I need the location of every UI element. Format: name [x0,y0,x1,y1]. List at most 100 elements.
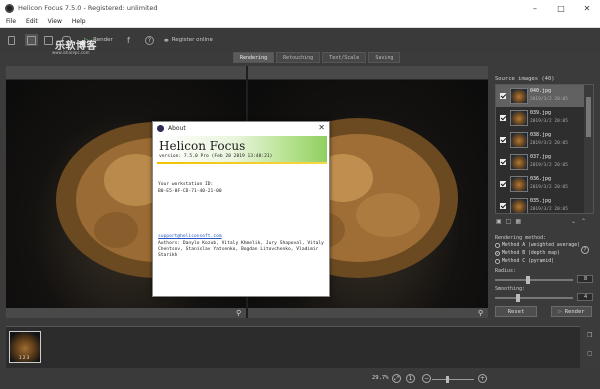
register-online-label: Register online [171,37,213,43]
list-item[interactable]: 038.jpg 2019/3/2 20:05 [496,129,584,151]
output-filmstrip: 1 2 3 [6,326,580,368]
radius-spinbox[interactable]: 8 [577,275,593,283]
radius-slider[interactable] [495,276,573,284]
left-view-footer [6,308,246,318]
method-a-radio[interactable]: Method A (weighted average) [495,242,580,249]
file-name: 038.jpg [530,132,552,138]
authors-text: Authors: Danylo Kozub, Vitaly Khmelik, J… [158,241,324,258]
source-images-list[interactable]: 040.jpg 2019/3/2 20:05 039.jpg 2019/3/2 … [495,84,594,214]
checkbox[interactable] [500,93,506,99]
list-actions: ▣ □ ▦ [496,218,521,225]
magnifier-icon[interactable]: ⚲ [236,309,241,317]
actual-size-icon[interactable]: 1 [406,374,415,383]
output-thumbnail[interactable]: 1 2 3 [9,331,41,363]
tab-rendering[interactable]: Rendering [233,52,275,63]
list-item[interactable]: 037.jpg 2019/3/2 20:05 [496,151,584,173]
smoothing-slider-knob[interactable] [515,294,520,302]
support-email-link[interactable]: support@heliconsoft.com [158,234,222,239]
add-images-icon[interactable]: ▣ [496,218,502,225]
radio-dot [495,259,500,264]
file-date: 2019/3/2 20:05 [530,97,568,102]
reset-button[interactable]: Reset [495,306,537,317]
chevron-up-icon[interactable]: ⌃ [581,218,586,225]
tab-saving[interactable]: Saving [368,52,401,63]
list-item[interactable]: 036.jpg 2019/3/2 20:05 [496,173,584,195]
file-date: 2019/3/2 20:05 [530,141,568,146]
about-title-bar: About [153,122,329,134]
zoom-level: 29.7% [372,375,389,381]
help-button[interactable]: ? [145,34,154,46]
zoom-slider[interactable] [432,376,474,383]
zoom-in-icon[interactable]: + [478,374,487,383]
thumbnail [510,154,528,170]
zoom-out-icon[interactable]: − [422,374,431,383]
scrollbar-thumb[interactable] [586,97,591,137]
facebook-button[interactable]: f [127,34,130,46]
radius-label: Radius: [495,268,517,274]
method-a-label: Method A (weighted average) [502,243,580,248]
menu-help[interactable]: Help [72,18,86,25]
title-bar: Helicon Focus 7.5.0 - Registered: unlimi… [0,0,600,16]
list-item[interactable]: 039.jpg 2019/3/2 20:05 [496,107,584,129]
thumbnail [510,110,528,126]
app-icon [5,3,14,13]
radius-slider-knob[interactable] [526,276,531,284]
checkbox[interactable] [500,203,506,209]
remove-images-icon[interactable]: □ [506,218,512,225]
layout-single-icon [27,35,36,45]
checkbox[interactable] [500,115,506,121]
magnifier-icon[interactable]: ⚲ [478,309,483,317]
help-icon: ? [145,35,154,45]
register-online-button[interactable]: ⚭ Register online [163,34,213,46]
menu-view[interactable]: View [48,18,62,25]
smoothing-value: 4 [584,294,588,300]
checkbox[interactable] [500,137,506,143]
layout-split-button[interactable] [44,34,53,46]
list-item[interactable]: 040.jpg 2019/3/2 20:05 [496,85,584,107]
reset-label: Reset [507,308,525,315]
menu-bar: File Edit View Help [0,16,600,28]
close-icon[interactable]: ✕ [318,123,325,132]
render-label: Render [564,308,585,315]
file-name: 039.jpg [530,110,552,116]
about-app-name: Helicon Focus [159,139,246,153]
method-c-radio[interactable]: Method C (pyramid) [495,258,554,265]
method-b-radio[interactable]: Method B (depth map) [495,250,560,257]
output-thumbnail-caption: 1 2 3 [19,355,30,360]
smoothing-spinbox[interactable]: 4 [577,293,593,301]
tab-retouching[interactable]: Retouching [276,52,321,63]
copy-icon[interactable]: ❐ [587,332,592,339]
file-date: 2019/3/2 20:05 [530,185,568,190]
render-play-icon: ▷ [558,308,562,315]
maximize-button[interactable]: □ [548,0,574,16]
delete-icon[interactable]: ▢ [587,350,593,357]
about-title: About [168,124,186,132]
checkbox[interactable] [500,181,506,187]
thumbnail [510,88,528,104]
sort-icon[interactable]: ▦ [515,218,521,225]
right-view-footer [248,308,488,318]
new-file-icon [8,35,15,45]
chevron-down-icon[interactable]: ⌄ [571,218,576,225]
layout-single-button[interactable] [25,34,38,46]
smoothing-slider[interactable] [495,294,573,302]
facebook-icon: f [127,35,130,45]
source-list-scrollbar[interactable] [584,85,593,213]
list-item[interactable]: 035.jpg 2019/3/2 20:05 [496,195,584,213]
checkbox[interactable] [500,159,506,165]
menu-edit[interactable]: Edit [26,18,38,25]
layout-split-icon [44,35,53,45]
banner-divider [157,162,327,164]
close-window-button[interactable]: ✕ [574,0,600,16]
zoom-slider-knob[interactable] [446,376,449,383]
fit-icon[interactable]: ⤢ [392,374,401,383]
new-file-button[interactable] [8,34,15,46]
help-icon[interactable]: ? [581,246,589,254]
minimize-button[interactable]: – [522,0,548,16]
menu-file[interactable]: File [6,18,16,25]
tab-text-scale[interactable]: Text/Scale [322,52,367,63]
workstation-label: Your workstation ID: [158,182,214,187]
about-dialog: About ✕ Helicon Focus version: 7.5.0 Pro… [152,121,330,297]
render-button[interactable]: ▷ Render [551,306,592,317]
window-title: Helicon Focus 7.5.0 - Registered: unlimi… [18,4,158,12]
